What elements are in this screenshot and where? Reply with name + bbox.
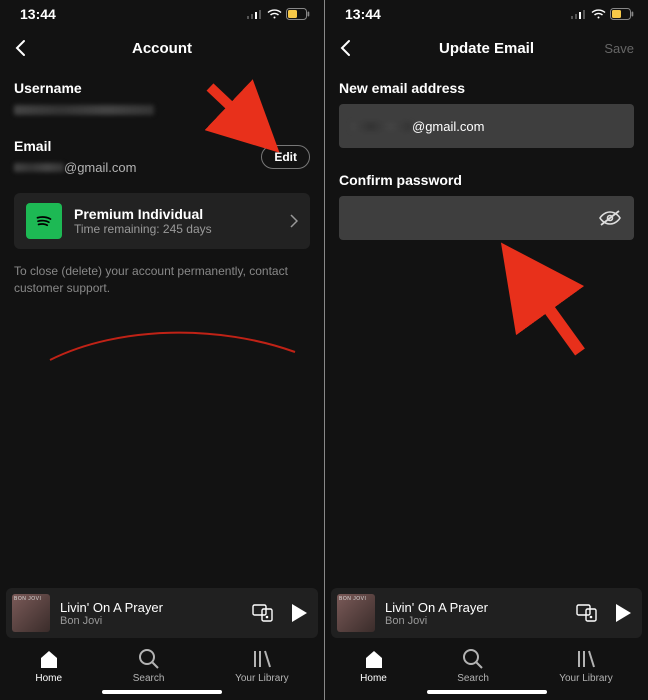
now-playing-text: Livin' On A Prayer Bon Jovi — [385, 600, 488, 627]
track-artist: Bon Jovi — [385, 615, 488, 627]
search-icon — [138, 648, 160, 670]
now-playing-bar[interactable]: Livin' On A Prayer Bon Jovi — [6, 588, 318, 638]
battery-icon — [286, 8, 310, 20]
connect-icon[interactable] — [252, 604, 274, 622]
home-icon — [38, 648, 60, 670]
chevron-right-icon — [290, 214, 298, 228]
back-button[interactable] — [14, 39, 26, 57]
username-value-redacted — [14, 105, 154, 115]
tab-bar: Home Search Your Library — [325, 642, 648, 686]
page-title: Update Email — [439, 40, 534, 57]
tab-home[interactable]: Home — [35, 648, 62, 684]
search-icon — [462, 648, 484, 670]
close-account-note: To close (delete) your account permanent… — [14, 263, 310, 297]
tab-search[interactable]: Search — [457, 648, 489, 684]
page-title: Account — [132, 40, 192, 57]
now-playing-text: Livin' On A Prayer Bon Jovi — [60, 600, 163, 627]
email-prefix-redacted — [14, 163, 64, 172]
album-art — [12, 594, 50, 632]
annotation-arrow — [490, 242, 600, 362]
tab-home[interactable]: Home — [360, 648, 387, 684]
chevron-left-icon — [14, 39, 26, 57]
content: New email address @gmail.com Confirm pas… — [325, 70, 648, 588]
tab-bar: Home Search Your Library — [0, 642, 324, 686]
library-icon — [575, 648, 597, 670]
track-title: Livin' On A Prayer — [385, 600, 488, 615]
confirm-password-field[interactable] — [339, 196, 634, 240]
username-label: Username — [14, 80, 310, 96]
email-label: Email — [14, 138, 136, 154]
tab-library-label: Your Library — [235, 673, 289, 684]
track-artist: Bon Jovi — [60, 615, 163, 627]
eye-off-icon — [598, 208, 622, 228]
email-value: @gmail.com — [14, 160, 136, 175]
spotify-logo — [26, 203, 62, 239]
plan-sub: Time remaining: 245 days — [74, 222, 212, 236]
status-right — [571, 8, 634, 20]
new-email-label: New email address — [339, 80, 634, 96]
screen-update-email: 13:44 Update Email Save New email addres… — [324, 0, 648, 700]
status-time: 13:44 — [20, 6, 56, 22]
signal-icon — [571, 9, 587, 19]
track-title: Livin' On A Prayer — [60, 600, 163, 615]
back-button[interactable] — [339, 39, 351, 57]
header: Update Email Save — [325, 26, 648, 70]
chevron-left-icon — [339, 39, 351, 57]
library-icon — [251, 648, 273, 670]
status-bar: 13:44 — [325, 0, 648, 26]
signal-icon — [247, 9, 263, 19]
email-domain: gmail.com — [425, 119, 484, 134]
save-button[interactable]: Save — [604, 41, 634, 56]
plan-text: Premium Individual Time remaining: 245 d… — [74, 206, 212, 236]
plan-card[interactable]: Premium Individual Time remaining: 245 d… — [14, 193, 310, 249]
email-at: @ — [412, 119, 425, 134]
annotation-scribble — [40, 320, 300, 380]
screen-account: 13:44 Account Username Email @gmail.com … — [0, 0, 324, 700]
tab-search-label: Search — [457, 673, 489, 684]
tab-home-label: Home — [360, 673, 387, 684]
confirm-password-label: Confirm password — [339, 172, 634, 188]
home-icon — [363, 648, 385, 670]
status-time: 13:44 — [345, 6, 381, 22]
connect-icon[interactable] — [576, 604, 598, 622]
album-art — [337, 594, 375, 632]
toggle-visibility-button[interactable] — [598, 208, 622, 228]
tab-home-label: Home — [35, 673, 62, 684]
home-indicator — [427, 690, 547, 694]
tab-library[interactable]: Your Library — [559, 648, 613, 684]
spotify-icon — [31, 208, 57, 234]
new-email-value: @gmail.com — [351, 119, 484, 134]
tab-search[interactable]: Search — [133, 648, 165, 684]
play-button[interactable] — [290, 603, 308, 623]
new-email-field[interactable]: @gmail.com — [339, 104, 634, 148]
wifi-icon — [591, 9, 606, 20]
tab-library-label: Your Library — [559, 673, 613, 684]
now-playing-bar[interactable]: Livin' On A Prayer Bon Jovi — [331, 588, 642, 638]
play-button[interactable] — [614, 603, 632, 623]
email-suffix: @gmail.com — [64, 160, 136, 175]
battery-icon — [610, 8, 634, 20]
plan-name: Premium Individual — [74, 206, 212, 222]
tab-library[interactable]: Your Library — [235, 648, 289, 684]
content: Username Email @gmail.com Edit Premium I… — [0, 70, 324, 588]
header: Account — [0, 26, 324, 70]
tab-search-label: Search — [133, 673, 165, 684]
wifi-icon — [267, 9, 282, 20]
status-right — [247, 8, 310, 20]
email-prefix-redacted — [351, 122, 411, 131]
edit-button[interactable]: Edit — [261, 145, 310, 169]
home-indicator — [102, 690, 222, 694]
status-bar: 13:44 — [0, 0, 324, 26]
